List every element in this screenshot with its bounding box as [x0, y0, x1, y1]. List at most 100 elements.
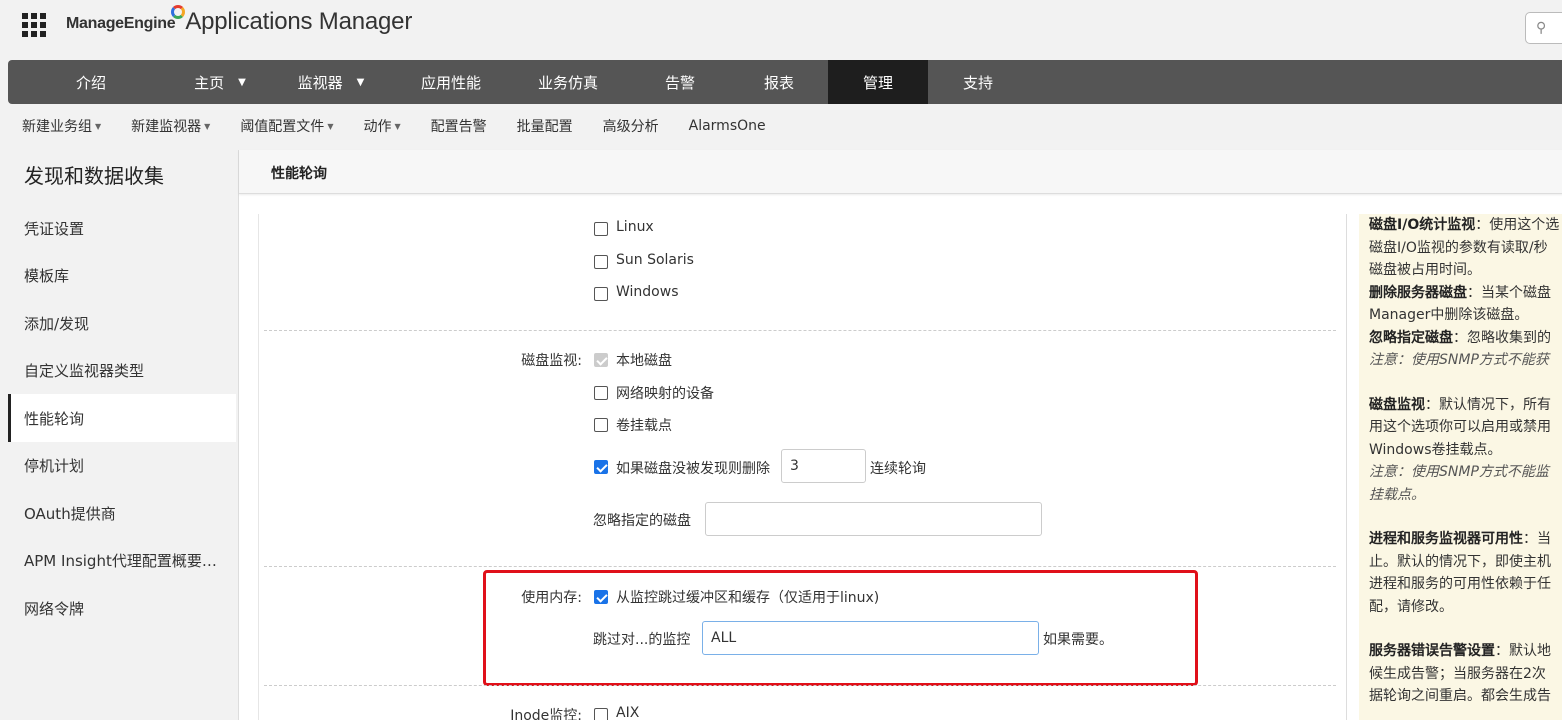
subnav-item-7[interactable]: AlarmsOne	[689, 118, 766, 134]
help-content: 磁盘I/O统计监视：使用这个选 磁盘I/O监视的参数有读取/秒 磁盘被占用时间。 删除…	[1359, 214, 1562, 720]
global-search[interactable]: ⚲	[1525, 12, 1562, 44]
inode-label: Inode监控:	[510, 708, 582, 720]
help-text: 据轮询之间重启。都会生成告	[1369, 688, 1551, 704]
help-line: 配，请修改。	[1369, 596, 1562, 619]
help-line: 据轮询之间重启。都会生成告	[1369, 685, 1562, 708]
brand-arc-icon	[171, 5, 186, 19]
help-text: ：默认地	[1495, 643, 1551, 659]
disk-delete-checkbox[interactable]	[594, 460, 608, 474]
help-line: 磁盘I/O统计监视：使用这个选	[1369, 214, 1562, 237]
help-line: 挂载点。	[1369, 484, 1562, 507]
disk-delete-count-input[interactable]	[781, 449, 866, 483]
brand-product-name: Applications Manager	[185, 8, 413, 35]
disk-network-checkbox[interactable]	[594, 386, 608, 400]
subnav-item-label: 新建业务组	[22, 119, 92, 135]
nav-item-2[interactable]: 监视器 ▼	[266, 60, 396, 104]
subnav-item-0[interactable]: 新建业务组 ▼	[22, 116, 101, 136]
sidebar-item-5[interactable]: 停机计划	[8, 442, 236, 490]
sidebar-item-3[interactable]: 自定义监视器类型	[8, 347, 236, 395]
help-text: Manager中删除该磁盘。	[1369, 307, 1529, 323]
help-line: 候生成告警；当服务器在2次	[1369, 663, 1562, 686]
divider	[264, 566, 1336, 567]
chevron-down-icon[interactable]: ▼	[238, 77, 246, 88]
dropdown-caret-icon: ▼	[327, 121, 334, 131]
help-line: 磁盘监视：默认情况下，所有	[1369, 394, 1562, 417]
subnav-item-3[interactable]: 动作 ▼	[363, 116, 400, 136]
subnav-item-label: 阈值配置文件	[240, 119, 325, 135]
sidebar-item-4[interactable]: 性能轮询	[8, 394, 236, 442]
subnav-item-label: 配置告警	[430, 119, 487, 135]
subnav-item-label: 高级分析	[602, 119, 659, 135]
help-text: 进程和服务的可用性依赖于任	[1369, 576, 1551, 592]
help-text: 磁盘I/O监视的参数有读取/秒	[1369, 239, 1548, 256]
disk-network-label: 网络映射的设备	[616, 386, 714, 402]
app-header: ManageEngine Applications Manager ⚲	[0, 0, 1562, 58]
sidebar-item-2[interactable]: 添加/发现	[8, 299, 236, 347]
sidebar-item-7[interactable]: APM Insight代理配置概要…	[8, 537, 236, 585]
help-text: ：当某个磁盘	[1467, 284, 1551, 301]
help-term: 磁盘监视	[1369, 396, 1425, 413]
panel-header: 性能轮询	[239, 150, 1562, 194]
help-term: 进程和服务监视器可用性	[1369, 531, 1523, 547]
nav-item-5[interactable]: 告警	[630, 60, 730, 104]
disk-mount-checkbox[interactable]	[594, 418, 608, 432]
help-line: 磁盘I/O监视的参数有读取/秒	[1369, 237, 1562, 260]
nav-item-7[interactable]: 管理	[828, 60, 928, 104]
brand-manageengine: ManageEngine	[66, 15, 176, 32]
disk-local-checkbox	[594, 353, 608, 367]
subnav-item-1[interactable]: 新建监视器 ▼	[131, 116, 210, 136]
sidebar-item-6[interactable]: OAuth提供商	[8, 489, 236, 537]
memory-skip-for-input[interactable]	[702, 621, 1039, 655]
nav-item-6[interactable]: 报表	[730, 60, 828, 104]
nav-item-4[interactable]: 业务仿真	[506, 60, 630, 104]
nav-item-label: 管理	[862, 73, 893, 92]
nav-item-label: 报表	[763, 73, 794, 92]
help-term: 磁盘I/O统计监视	[1369, 217, 1476, 233]
help-line: 磁盘被占用时间。	[1369, 259, 1562, 282]
sidebar-item-1[interactable]: 模板库	[8, 252, 236, 300]
sidebar-item-label: OAuth提供商	[24, 504, 116, 523]
nav-item-1[interactable]: 主页 ▼	[174, 60, 266, 104]
help-term: 忽略指定磁盘	[1369, 329, 1453, 346]
sidebar-item-8[interactable]: 网络令牌	[8, 584, 236, 632]
help-text: ：当	[1523, 531, 1551, 547]
os-windows-checkbox[interactable]	[594, 287, 608, 301]
dropdown-caret-icon: ▼	[95, 121, 102, 131]
chevron-down-icon[interactable]: ▼	[357, 77, 365, 88]
sidebar-item-0[interactable]: 凭证设置	[8, 204, 236, 252]
nav-item-label: 支持	[962, 73, 993, 92]
help-line: Manager中删除该磁盘。	[1369, 304, 1562, 327]
help-line: 进程和服务的可用性依赖于任	[1369, 573, 1562, 596]
nav-item-3[interactable]: 应用性能	[396, 60, 506, 104]
nav-item-8[interactable]: 支持	[928, 60, 1028, 104]
nav-item-0[interactable]: 介绍	[8, 60, 174, 104]
inode-aix-checkbox[interactable]	[594, 708, 608, 720]
help-text: ：默认情况下，所有	[1425, 396, 1551, 413]
sidebar: 发现和数据收集 凭证设置 模板库 添加/发现 自定义监视器类型 性能轮询 停机计划 OAut…	[0, 148, 236, 720]
subnav-item-5[interactable]: 批量配置	[517, 116, 573, 136]
subnav-item-4[interactable]: 配置告警	[431, 116, 487, 136]
help-text: Windows卷挂载点。	[1369, 441, 1502, 458]
help-term: 服务器错误告警设置	[1369, 643, 1495, 659]
brand-logo[interactable]: ManageEngine Applications Manager	[66, 5, 413, 36]
nav-item-label: 应用性能	[420, 73, 481, 92]
nav-item-label: 介绍	[75, 73, 106, 92]
os-linux-checkbox[interactable]	[594, 222, 608, 236]
memory-skip-label: 从监控跳过缓冲区和缓存（仅适用于linux)	[616, 590, 880, 606]
dropdown-caret-icon: ▼	[204, 121, 211, 131]
app-grid-icon[interactable]	[22, 13, 46, 37]
help-text: 用这个选项你可以启用或禁用	[1369, 419, 1551, 435]
help-text: 止。默认的情况下，即使主机	[1369, 553, 1551, 570]
disk-monitor-label: 磁盘监视:	[521, 353, 582, 369]
memory-skip-checkbox[interactable]	[594, 590, 608, 604]
help-line: 注意：使用SNMP方式不能监	[1369, 461, 1562, 484]
disk-ignore-input[interactable]	[705, 502, 1042, 536]
divider	[264, 330, 1336, 331]
panel-title: 性能轮询	[271, 166, 327, 182]
memory-skip-for-label: 跳过对...的监控	[593, 632, 691, 648]
os-solaris-checkbox[interactable]	[594, 255, 608, 269]
subnav-item-6[interactable]: 高级分析	[603, 116, 659, 136]
subnav-item-2[interactable]: 阈值配置文件 ▼	[240, 116, 333, 136]
help-line: 注意：使用SNMP方式不能获	[1369, 349, 1562, 372]
help-gap	[1369, 506, 1562, 528]
